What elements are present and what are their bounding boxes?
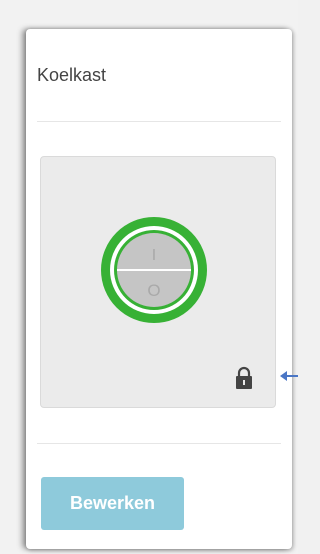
lock-icon — [236, 366, 252, 389]
arrow-left-icon — [280, 371, 298, 381]
power-toggle-icon[interactable]: I O — [101, 217, 207, 323]
device-card: Koelkast I O Bewerken — [26, 29, 292, 549]
header-divider — [37, 121, 281, 122]
switch-on-label: I — [152, 247, 156, 264]
device-tile: I O — [40, 156, 276, 408]
device-title: Koelkast — [37, 65, 107, 85]
page: Koelkast I O Bewerken — [0, 0, 298, 554]
edit-button[interactable]: Bewerken — [41, 477, 184, 530]
footer-divider — [37, 443, 281, 444]
switch-off-label: O — [147, 281, 160, 300]
